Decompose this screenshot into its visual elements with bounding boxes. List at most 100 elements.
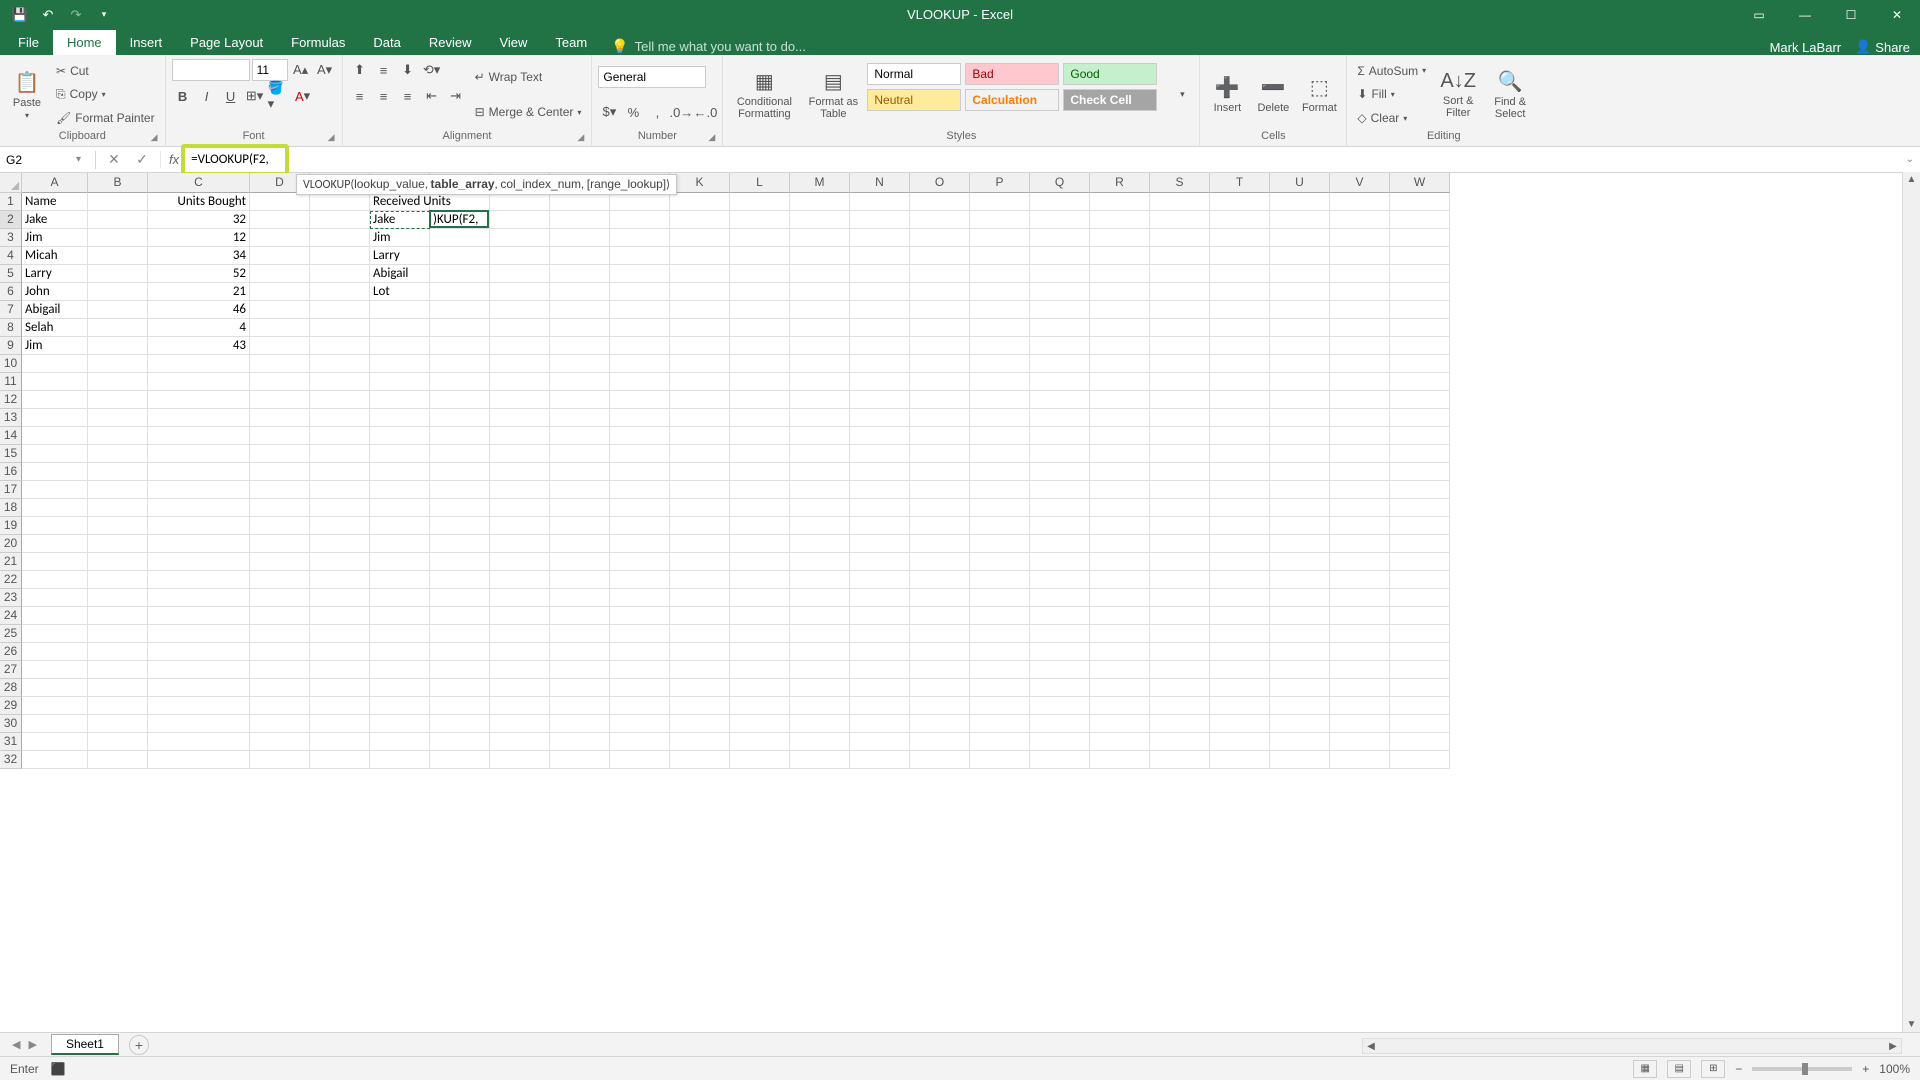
cell-E13[interactable]	[310, 409, 370, 427]
cell-U6[interactable]	[1270, 283, 1330, 301]
cell-C24[interactable]	[148, 607, 250, 625]
cell-C4[interactable]: 34	[148, 247, 250, 265]
cell-S25[interactable]	[1150, 625, 1210, 643]
cell-P18[interactable]	[970, 499, 1030, 517]
cell-W13[interactable]	[1390, 409, 1450, 427]
cell-J4[interactable]	[610, 247, 670, 265]
cell-G14[interactable]	[430, 427, 490, 445]
cell-I13[interactable]	[550, 409, 610, 427]
cell-P15[interactable]	[970, 445, 1030, 463]
cell-D21[interactable]	[250, 553, 310, 571]
cell-C23[interactable]	[148, 589, 250, 607]
cell-U4[interactable]	[1270, 247, 1330, 265]
cell-K17[interactable]	[670, 481, 730, 499]
cell-N28[interactable]	[850, 679, 910, 697]
cell-L11[interactable]	[730, 373, 790, 391]
italic-button[interactable]: I	[196, 85, 218, 107]
cell-I28[interactable]	[550, 679, 610, 697]
name-box-dropdown-icon[interactable]: ▾	[72, 154, 85, 165]
cut-button[interactable]: ✂Cut	[52, 60, 159, 82]
cell-F22[interactable]	[370, 571, 430, 589]
cell-I29[interactable]	[550, 697, 610, 715]
cell-U7[interactable]	[1270, 301, 1330, 319]
cell-P10[interactable]	[970, 355, 1030, 373]
cell-L24[interactable]	[730, 607, 790, 625]
tab-formulas[interactable]: Formulas	[277, 30, 359, 55]
cell-W19[interactable]	[1390, 517, 1450, 535]
cell-E11[interactable]	[310, 373, 370, 391]
format-as-table-button[interactable]: ▤ Format as Table	[803, 59, 863, 130]
cell-Q32[interactable]	[1030, 751, 1090, 769]
cell-I18[interactable]	[550, 499, 610, 517]
cell-H17[interactable]	[490, 481, 550, 499]
cell-B25[interactable]	[88, 625, 148, 643]
cell-G6[interactable]	[430, 283, 490, 301]
border-button[interactable]: ⊞▾	[244, 85, 266, 107]
font-family-select[interactable]	[172, 59, 250, 81]
align-top-icon[interactable]: ⬆	[349, 59, 371, 81]
cell-C18[interactable]	[148, 499, 250, 517]
cell-H30[interactable]	[490, 715, 550, 733]
cell-B4[interactable]	[88, 247, 148, 265]
cell-T15[interactable]	[1210, 445, 1270, 463]
cell-B31[interactable]	[88, 733, 148, 751]
cell-U19[interactable]	[1270, 517, 1330, 535]
cell-K9[interactable]	[670, 337, 730, 355]
cell-O3[interactable]	[910, 229, 970, 247]
cell-N2[interactable]	[850, 211, 910, 229]
cell-M10[interactable]	[790, 355, 850, 373]
cell-K19[interactable]	[670, 517, 730, 535]
row-header[interactable]: 19	[0, 517, 22, 535]
cell-W21[interactable]	[1390, 553, 1450, 571]
cell-G5[interactable]	[430, 265, 490, 283]
cell-O22[interactable]	[910, 571, 970, 589]
cell-N19[interactable]	[850, 517, 910, 535]
expand-formula-bar-icon[interactable]: ⌄	[1900, 154, 1920, 165]
increase-indent-icon[interactable]: ⇥	[445, 85, 467, 107]
cell-H10[interactable]	[490, 355, 550, 373]
cell-T22[interactable]	[1210, 571, 1270, 589]
cell-U10[interactable]	[1270, 355, 1330, 373]
cell-H28[interactable]	[490, 679, 550, 697]
cell-M25[interactable]	[790, 625, 850, 643]
cell-V25[interactable]	[1330, 625, 1390, 643]
cell-Q10[interactable]	[1030, 355, 1090, 373]
formula-input[interactable]	[187, 150, 1900, 169]
cell-F18[interactable]	[370, 499, 430, 517]
cell-N27[interactable]	[850, 661, 910, 679]
cell-H12[interactable]	[490, 391, 550, 409]
column-header[interactable]: O	[910, 173, 970, 193]
cell-F3[interactable]: Jim	[370, 229, 430, 247]
cell-J6[interactable]	[610, 283, 670, 301]
cell-L2[interactable]	[730, 211, 790, 229]
cell-B11[interactable]	[88, 373, 148, 391]
cell-N10[interactable]	[850, 355, 910, 373]
cell-P20[interactable]	[970, 535, 1030, 553]
cell-A30[interactable]	[22, 715, 88, 733]
cell-T30[interactable]	[1210, 715, 1270, 733]
delete-cells-button[interactable]: ➖Delete	[1252, 59, 1294, 130]
cell-D13[interactable]	[250, 409, 310, 427]
cell-D3[interactable]	[250, 229, 310, 247]
cell-W5[interactable]	[1390, 265, 1450, 283]
cell-F24[interactable]	[370, 607, 430, 625]
cell-C10[interactable]	[148, 355, 250, 373]
cell-N5[interactable]	[850, 265, 910, 283]
cell-I14[interactable]	[550, 427, 610, 445]
cell-B5[interactable]	[88, 265, 148, 283]
cell-F10[interactable]	[370, 355, 430, 373]
orientation-icon[interactable]: ⟲▾	[421, 59, 443, 81]
user-name[interactable]: Mark LaBarr	[1770, 40, 1842, 55]
cell-L5[interactable]	[730, 265, 790, 283]
cell-W28[interactable]	[1390, 679, 1450, 697]
row-header[interactable]: 31	[0, 733, 22, 751]
cell-W11[interactable]	[1390, 373, 1450, 391]
cell-V31[interactable]	[1330, 733, 1390, 751]
name-box[interactable]: ▾	[0, 151, 96, 169]
cell-J11[interactable]	[610, 373, 670, 391]
cell-G25[interactable]	[430, 625, 490, 643]
cell-O29[interactable]	[910, 697, 970, 715]
scroll-down-icon[interactable]: ▼	[1905, 1017, 1919, 1032]
cell-T19[interactable]	[1210, 517, 1270, 535]
cell-B13[interactable]	[88, 409, 148, 427]
